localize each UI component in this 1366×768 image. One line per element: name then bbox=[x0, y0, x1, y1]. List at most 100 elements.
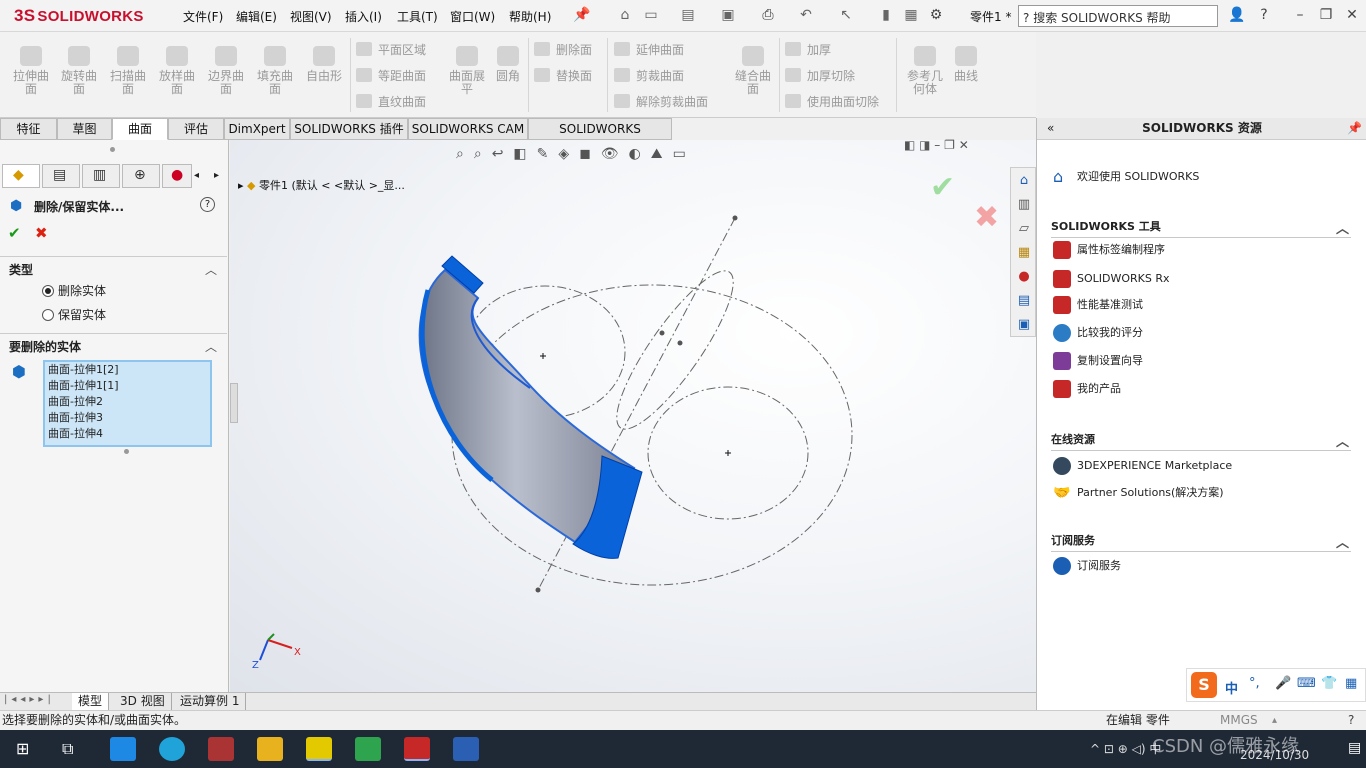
ime-lang-toggle[interactable]: 中 bbox=[1225, 678, 1238, 697]
task-view-icon[interactable]: ⧉ bbox=[62, 739, 73, 759]
menu-view[interactable]: 视图(V) bbox=[290, 8, 332, 25]
knit-surface-button[interactable]: 缝合曲面 bbox=[730, 46, 776, 96]
tab-property-manager[interactable]: ▤ bbox=[42, 164, 80, 188]
search-help-input[interactable]: ? 搜索 SOLIDWORKS 帮助 bbox=[1018, 5, 1218, 27]
menu-window[interactable]: 窗口(W) bbox=[450, 8, 495, 25]
tab-nav-arrows[interactable]: |◂◂▸▸| bbox=[4, 694, 55, 705]
tool-property-tab-builder[interactable]: 属性标签编制程序 bbox=[1053, 241, 1165, 261]
tab-scroll-left[interactable]: ◂ bbox=[194, 170, 199, 181]
user-icon[interactable]: 👤 bbox=[1228, 7, 1245, 23]
subscription-link[interactable]: 订阅服务 bbox=[1053, 557, 1121, 577]
tab-evaluate[interactable]: 评估 bbox=[168, 118, 224, 140]
file-props-icon[interactable]: ▦ bbox=[903, 7, 919, 23]
tab-3d-views[interactable]: 3D 视图 bbox=[114, 693, 172, 711]
panel-splitter[interactable] bbox=[110, 147, 115, 152]
tab-surfaces[interactable]: 曲面 bbox=[112, 118, 168, 140]
open-icon[interactable]: ▤ bbox=[680, 7, 696, 23]
pin-icon[interactable]: 📌 bbox=[573, 7, 590, 23]
list-item[interactable]: 曲面-拉伸3 bbox=[45, 410, 210, 426]
tab-model[interactable]: 模型 bbox=[72, 693, 110, 711]
revolve-surface-button[interactable]: 旋转曲面 bbox=[56, 46, 102, 96]
offset-surface-button[interactable]: 等距曲面 bbox=[356, 67, 426, 84]
tool-benchmark[interactable]: 性能基准测试 bbox=[1053, 296, 1143, 316]
toolbox-icon[interactable]: ▦ bbox=[1345, 676, 1357, 691]
trim-surface-button[interactable]: 剪裁曲面 bbox=[614, 67, 684, 84]
appearances-icon[interactable]: ● bbox=[1014, 267, 1034, 287]
forum-icon[interactable]: ▣ bbox=[1014, 315, 1034, 335]
select-icon[interactable]: ↖ bbox=[838, 7, 854, 23]
close-icon[interactable]: ✕ bbox=[1344, 7, 1360, 23]
ok-button[interactable]: ✔ bbox=[8, 224, 21, 242]
custom-properties-icon[interactable]: ▤ bbox=[1014, 291, 1034, 311]
list-item[interactable]: 曲面-拉伸2 bbox=[45, 394, 210, 410]
thicken-button[interactable]: 加厚 bbox=[785, 41, 831, 58]
tools-section-header[interactable]: SOLIDWORKS 工具 ︿ bbox=[1051, 218, 1351, 238]
bodies-section-header[interactable]: 要删除的实体 ︿ bbox=[0, 333, 227, 357]
bodies-to-delete-list[interactable]: 曲面-拉伸1[2] 曲面-拉伸1[1] 曲面-拉伸2 曲面-拉伸3 曲面-拉伸4 bbox=[43, 360, 212, 447]
tool-copy-settings[interactable]: 复制设置向导 bbox=[1053, 352, 1143, 372]
word-app-icon[interactable] bbox=[453, 737, 479, 761]
menu-help[interactable]: 帮助(H) bbox=[509, 8, 551, 25]
tab-features[interactable]: 特征 bbox=[0, 118, 57, 140]
tool-my-products[interactable]: 我的产品 bbox=[1053, 380, 1121, 400]
tab-motion-study[interactable]: 运动算例 1 bbox=[174, 693, 247, 711]
reference-geometry-button[interactable]: 参考几何体 bbox=[902, 46, 948, 96]
tab-scroll-right[interactable]: ▸ bbox=[214, 170, 219, 181]
delete-bodies-radio[interactable]: 删除实体 bbox=[42, 282, 106, 299]
pin-pane-icon[interactable]: 📌 bbox=[1347, 121, 1362, 135]
tab-dimxpert-manager[interactable]: ⊕ bbox=[122, 164, 160, 188]
home-icon[interactable]: ⌂ bbox=[617, 7, 633, 23]
view-palette-icon[interactable]: ▦ bbox=[1014, 243, 1034, 263]
fill-surface-button[interactable]: 填充曲面 bbox=[252, 46, 298, 96]
bilibili-app-icon[interactable] bbox=[110, 737, 136, 761]
subscription-section-header[interactable]: 订阅服务 ︿ bbox=[1051, 532, 1351, 552]
ruled-surface-button[interactable]: 直纹曲面 bbox=[356, 93, 426, 110]
status-help-icon[interactable]: ? bbox=[1348, 711, 1354, 730]
undo-icon[interactable]: ↶ bbox=[798, 7, 814, 23]
solidworks-logo[interactable]: 3S SOLIDWORKS bbox=[14, 6, 144, 26]
note-app-icon[interactable] bbox=[306, 737, 332, 761]
planar-surface-button[interactable]: 平面区域 bbox=[356, 41, 426, 58]
curves-button[interactable]: 曲线 bbox=[946, 46, 986, 83]
menu-edit[interactable]: 编辑(E) bbox=[236, 8, 277, 25]
options-gear-icon[interactable]: ⚙ bbox=[928, 7, 944, 23]
extend-surface-button[interactable]: 延伸曲面 bbox=[614, 41, 684, 58]
solidworks-taskbar-icon[interactable] bbox=[404, 737, 430, 761]
windows-start-icon[interactable]: ⊞ bbox=[16, 739, 29, 758]
marketplace-link[interactable]: 3DEXPERIENCE Marketplace bbox=[1053, 457, 1232, 477]
tab-cam[interactable]: SOLIDWORKS CAM bbox=[408, 118, 528, 140]
graphics-area[interactable]: ⌕⌕↩◧✎◈◼👁◐⛰▭ ◧ ◨ – ❐ ✕ ▸ ◆ 零件1 (默认 < <默认 … bbox=[230, 138, 1036, 692]
pm-help-button[interactable]: ? bbox=[200, 197, 215, 212]
unit-system-selector[interactable]: MMGS bbox=[1220, 711, 1258, 730]
cancel-button[interactable]: ✖ bbox=[35, 224, 48, 242]
list-item[interactable]: 曲面-拉伸1[1] bbox=[45, 378, 210, 394]
list-resize-handle[interactable] bbox=[124, 449, 129, 454]
freeform-button[interactable]: 自由形 bbox=[301, 46, 347, 83]
tool-solidworks-rx[interactable]: SOLIDWORKS Rx bbox=[1053, 270, 1170, 290]
thicken-cut-button[interactable]: 加厚切除 bbox=[785, 67, 855, 84]
tab-addins[interactable]: SOLIDWORKS 插件 bbox=[290, 118, 408, 140]
tab-inspection[interactable]: SOLIDWORKS Inspection bbox=[528, 118, 672, 156]
list-item[interactable]: 曲面-拉伸4 bbox=[45, 426, 210, 442]
app-icon[interactable] bbox=[208, 737, 234, 761]
keyboard-icon[interactable]: ⌨ bbox=[1297, 676, 1316, 691]
boundary-surface-button[interactable]: 边界曲面 bbox=[203, 46, 249, 96]
design-library-icon[interactable]: ▥ bbox=[1014, 195, 1034, 215]
tab-sketch[interactable]: 草图 bbox=[57, 118, 112, 140]
wechat-app-icon[interactable] bbox=[355, 737, 381, 761]
replace-face-button[interactable]: 替换面 bbox=[534, 67, 592, 84]
microphone-icon[interactable]: 🎤 bbox=[1275, 676, 1291, 691]
fillet-button[interactable]: 圆角 bbox=[488, 46, 528, 83]
print-icon[interactable]: ⎙ bbox=[760, 7, 776, 23]
tab-dimxpert[interactable]: DimXpert bbox=[224, 118, 290, 140]
tool-compare-score[interactable]: 比较我的评分 bbox=[1053, 324, 1143, 344]
file-explorer-taskbar-icon[interactable] bbox=[257, 737, 283, 761]
online-section-header[interactable]: 在线资源 ︿ bbox=[1051, 431, 1351, 451]
menu-file[interactable]: 文件(F) bbox=[183, 8, 223, 25]
ime-toolbar[interactable]: S 中 °, 🎤 ⌨ 👕 ▦ bbox=[1186, 668, 1366, 702]
type-section-header[interactable]: 类型 ︿ bbox=[0, 256, 227, 280]
partner-solutions-link[interactable]: 🤝 Partner Solutions(解决方案) bbox=[1053, 484, 1224, 504]
extrude-surface-button[interactable]: 拉伸曲面 bbox=[8, 46, 54, 96]
panel-collapse-handle[interactable] bbox=[230, 383, 238, 423]
save-icon[interactable]: ▣ bbox=[720, 7, 736, 23]
